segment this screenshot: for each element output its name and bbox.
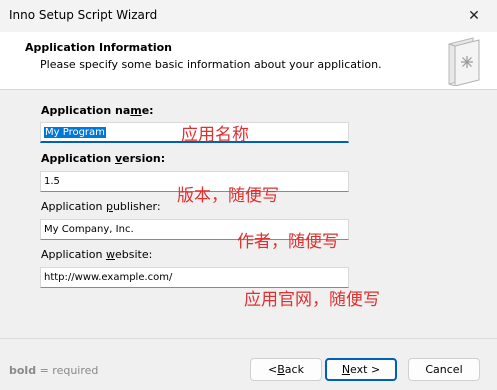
next-button[interactable]: Next > — [325, 358, 397, 381]
page-title: Application Information — [25, 41, 172, 54]
app-version-label: Application version: — [41, 152, 166, 165]
back-button[interactable]: < Back — [250, 358, 322, 381]
annotation-name: 应用名称 — [181, 125, 249, 145]
app-website-value: http://www.example.com/ — [44, 272, 173, 283]
app-name-label: Application name: — [41, 104, 154, 117]
window-title: Inno Setup Script Wizard — [9, 8, 158, 22]
wizard-header: Application Information Please specify s… — [0, 32, 497, 90]
close-icon[interactable]: ✕ — [451, 0, 497, 32]
app-version-value: 1.5 — [44, 176, 60, 187]
title-bar: Inno Setup Script Wizard ✕ — [0, 0, 497, 32]
annotation-version: 版本，随便写 — [177, 186, 279, 206]
app-website-label: Application website: — [41, 248, 153, 261]
app-name-value: My Program — [44, 126, 106, 138]
app-publisher-label: Application publisher: — [41, 200, 161, 213]
cancel-button[interactable]: Cancel — [408, 358, 480, 381]
annotation-publisher: 作者，随便写 — [237, 232, 339, 252]
page-subtitle: Please specify some basic information ab… — [40, 58, 382, 71]
footer-divider — [0, 338, 497, 339]
app-publisher-value: My Company, Inc. — [44, 224, 134, 235]
required-note: bold = required — [9, 364, 99, 377]
wizard-book-icon — [448, 37, 480, 86]
annotation-website: 应用官网，随便写 — [244, 290, 380, 310]
